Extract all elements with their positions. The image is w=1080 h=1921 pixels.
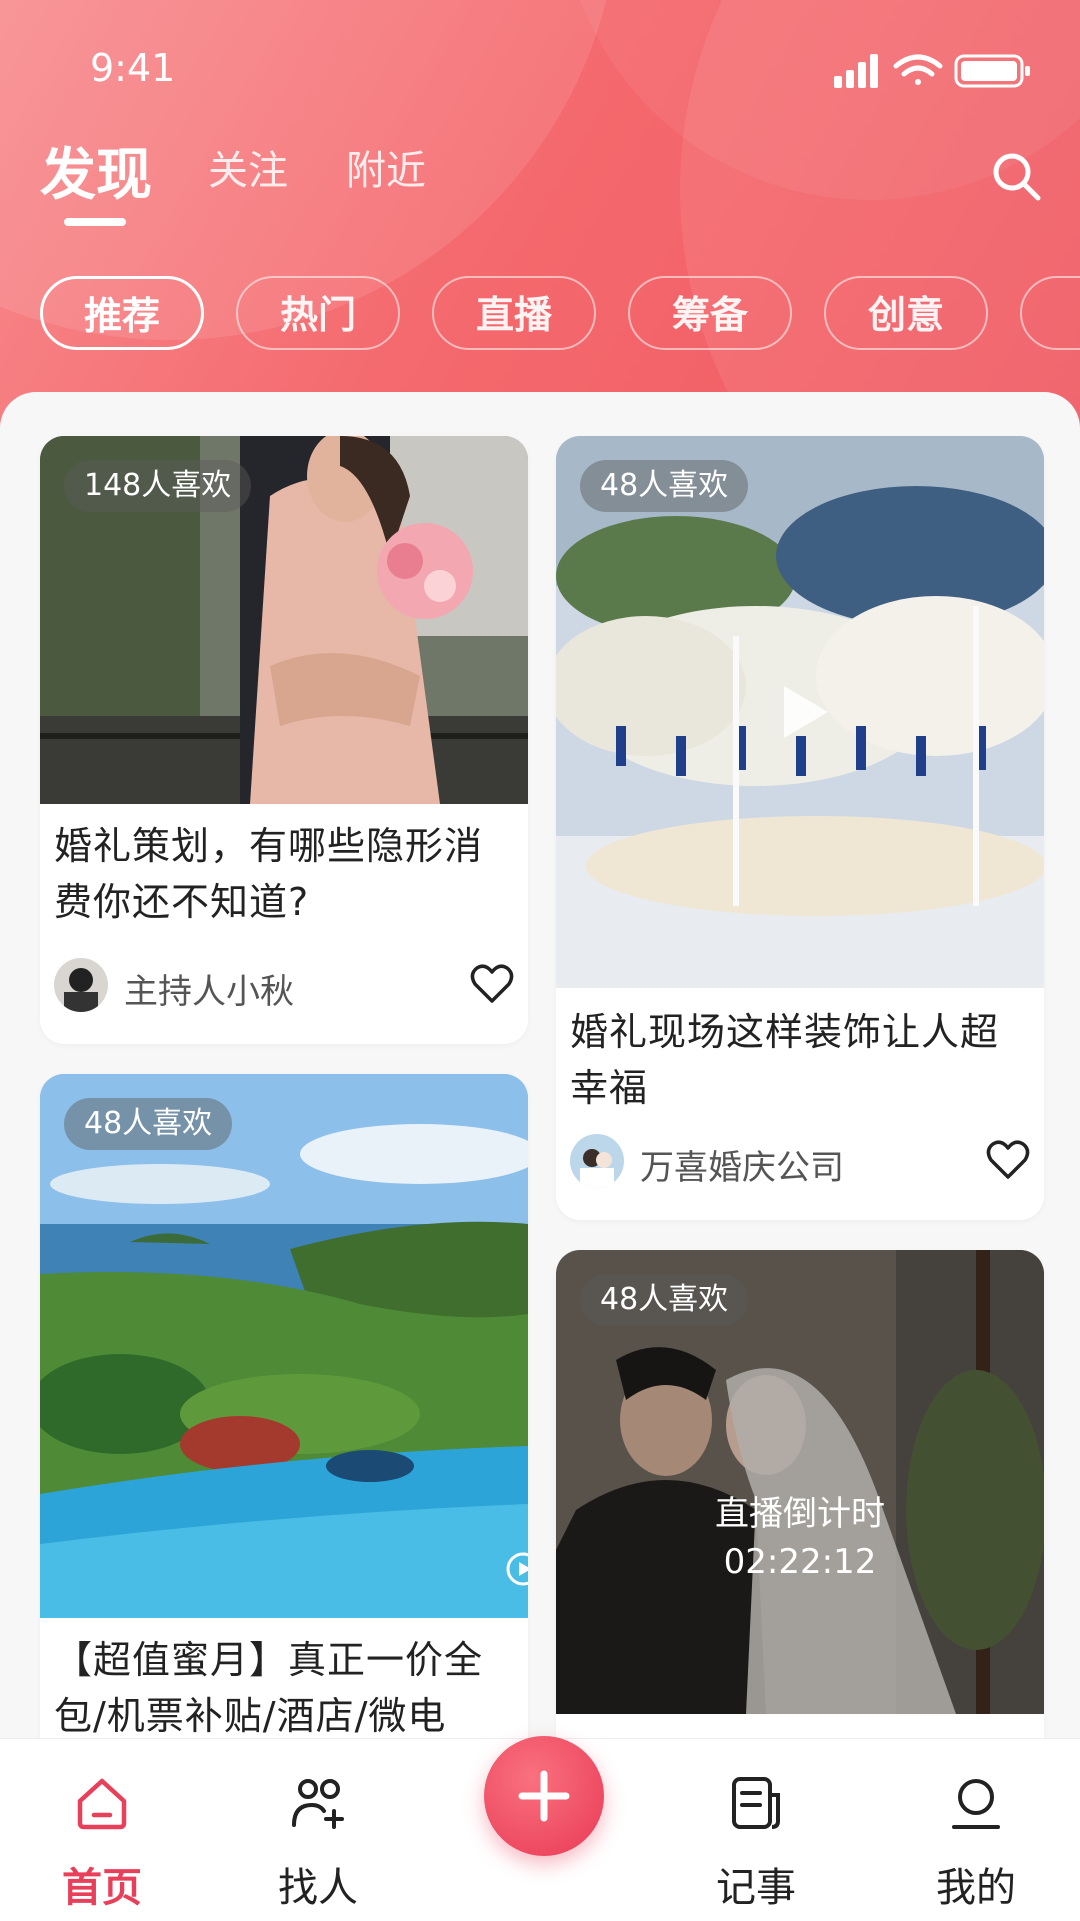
card-title-line: 包/机票补贴/酒店/微电 <box>54 1694 447 1738</box>
author-name: 万喜婚庆公司 <box>640 1148 844 1188</box>
likes-badge: 48人喜欢 <box>580 1274 749 1326</box>
battery-icon <box>954 54 1030 88</box>
card-title: 婚礼现场这样装饰让人超 幸福 <box>570 1004 1030 1116</box>
chip-music[interactable]: 音 <box>1020 276 1080 350</box>
tab-following[interactable]: 关注 <box>208 138 288 196</box>
card-author[interactable]: 主持人小秋 <box>54 958 514 1014</box>
tab-discover[interactable]: 发现 <box>40 130 152 211</box>
avatar <box>54 958 108 1012</box>
status-time: 9:41 <box>90 46 176 90</box>
home-icon <box>77 1778 127 1830</box>
chip-hot[interactable]: 热门 <box>236 276 400 350</box>
likes-badge: 48人喜欢 <box>64 1098 233 1150</box>
category-chips: 推荐 热门 直播 筹备 创意 音 <box>40 276 1080 356</box>
signal-icon <box>834 54 878 88</box>
chip-live[interactable]: 直播 <box>432 276 596 350</box>
feed-card[interactable]: 48人喜欢 回看 【超值蜜月】真正一价全 包/机票补贴/酒店/微电 <box>40 1074 528 1792</box>
likes-badge: 148人喜欢 <box>64 460 252 512</box>
card-title-line: 婚礼现场这样装饰让人超 <box>570 1010 1000 1054</box>
play-icon[interactable] <box>770 680 834 744</box>
heart-icon[interactable] <box>986 1140 1030 1180</box>
active-tab-indicator <box>64 218 126 226</box>
avatar <box>570 1134 624 1188</box>
author-name: 主持人小秋 <box>124 972 294 1012</box>
chip-creative[interactable]: 创意 <box>824 276 988 350</box>
search-icon[interactable] <box>988 148 1044 204</box>
notes-icon <box>732 1777 780 1829</box>
card-image: 48人喜欢 回看 <box>40 1074 528 1618</box>
add-post-button[interactable] <box>484 1736 604 1856</box>
replay-icon <box>506 1552 528 1586</box>
live-countdown: 直播倒计时 02:22:12 <box>556 1490 1044 1586</box>
card-image: 48人喜欢 <box>556 436 1044 988</box>
nav-label: 首页 <box>62 1865 142 1911</box>
card-title: 婚礼策划，有哪些隐形消 费你还不知道? <box>54 818 514 930</box>
card-title-line: 费你还不知道? <box>54 880 310 924</box>
card-title-line: 幸福 <box>570 1066 649 1110</box>
plus-icon <box>518 1770 570 1822</box>
card-author[interactable]: 万喜婚庆公司 <box>570 1134 1030 1190</box>
wifi-icon <box>893 54 943 85</box>
countdown-time: 02:22:12 <box>723 1542 877 1582</box>
chip-prepare[interactable]: 筹备 <box>628 276 792 350</box>
card-title-line: 【超值蜜月】真正一价全 <box>54 1638 484 1682</box>
profile-icon <box>952 1779 1000 1829</box>
feed-card[interactable]: 48人喜欢 婚礼现场这样装饰让人超 幸福 万喜婚庆公司 <box>556 436 1044 1220</box>
status-bar: 9:41 <box>0 44 1080 94</box>
feed: 148人喜欢 婚礼策划，有哪些隐形消 费你还不知道? 主持人小秋 48人喜欢 婚… <box>0 392 1080 1792</box>
card-image: 148人喜欢 <box>40 436 528 804</box>
nav-label: 我的 <box>936 1865 1016 1911</box>
likes-badge: 48人喜欢 <box>580 460 749 512</box>
card-title: 【超值蜜月】真正一价全 包/机票补贴/酒店/微电 <box>54 1632 514 1744</box>
tab-nearby[interactable]: 附近 <box>346 138 426 196</box>
feed-card[interactable]: 48人喜欢 直播倒计时 02:22:12 <box>556 1250 1044 1790</box>
countdown-label: 直播倒计时 <box>715 1494 885 1534</box>
nav-label: 记事 <box>716 1865 796 1911</box>
chip-recommend[interactable]: 推荐 <box>40 276 204 350</box>
card-image: 48人喜欢 直播倒计时 02:22:12 <box>556 1250 1044 1714</box>
status-icons <box>834 54 1030 88</box>
heart-icon[interactable] <box>470 964 514 1004</box>
header: 9:41 发现 关注 附近 推荐 热门 直播 筹备 创意 <box>0 0 1080 440</box>
card-title-line: 婚礼策划，有哪些隐形消 <box>54 824 484 868</box>
feed-card[interactable]: 148人喜欢 婚礼策划，有哪些隐形消 费你还不知道? 主持人小秋 <box>40 436 528 1044</box>
nav-label: 找人 <box>278 1865 358 1911</box>
find-people-icon <box>292 1779 344 1829</box>
